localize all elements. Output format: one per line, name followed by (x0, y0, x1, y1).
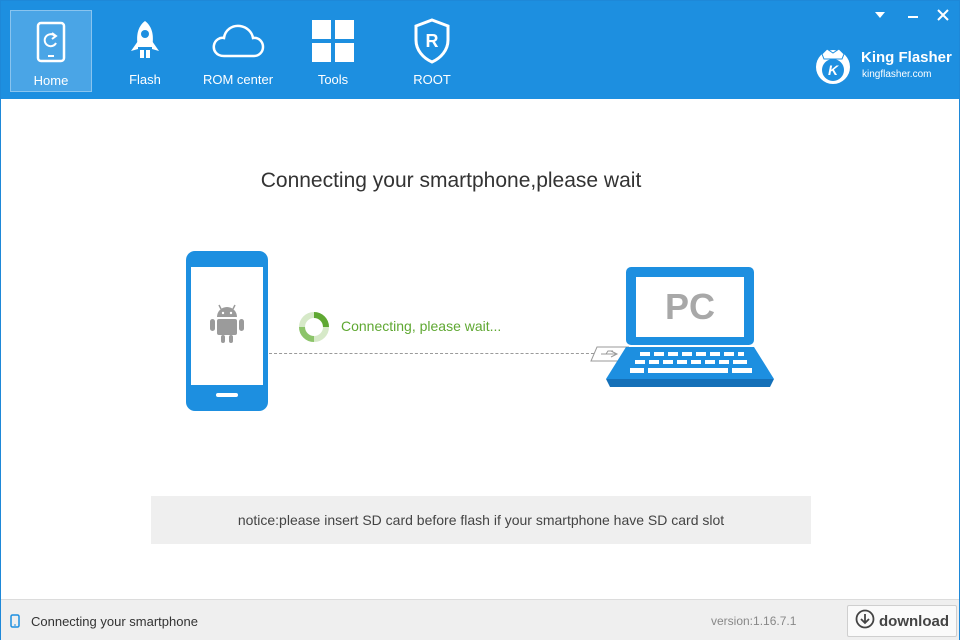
king-flasher-logo-icon: K (813, 45, 853, 85)
phone-refresh-icon (11, 17, 91, 67)
pc-illustration: PC (606, 267, 778, 391)
brand-name: King Flasher (861, 49, 952, 66)
root-shield-icon: R (391, 16, 473, 66)
nav-rom-center[interactable]: ROM center (197, 10, 279, 92)
nav-root-label: ROOT (413, 72, 451, 87)
status-bar: Connecting your smartphone version:1.16.… (1, 599, 959, 640)
brand: K King Flasher kingflasher.com (813, 45, 953, 85)
connecting-status: Connecting, please wait... (341, 318, 502, 334)
nav-home-label: Home (33, 73, 69, 88)
download-button[interactable]: download (847, 605, 957, 637)
loading-spinner-icon (298, 311, 330, 343)
sd-card-notice: notice:please insert SD card before flas… (151, 496, 811, 544)
download-label: download (879, 612, 949, 630)
brand-site: kingflasher.com (862, 69, 932, 80)
close-icon[interactable] (932, 5, 954, 25)
windows-grid-icon (292, 16, 374, 66)
minimize-icon[interactable] (902, 5, 924, 25)
top-toolbar: Home Flash ROM center Tools R ROOT K Kin… (1, 1, 959, 99)
pc-label: PC (665, 286, 715, 327)
cloud-icon (197, 16, 279, 66)
version-label: version:1.16.7.1 (711, 614, 797, 628)
nav-root[interactable]: R ROOT (391, 10, 473, 92)
nav-rom-center-label: ROM center (202, 72, 274, 87)
download-icon (855, 609, 875, 634)
nav-tools[interactable]: Tools (292, 10, 374, 92)
logo-letter: K (828, 62, 839, 78)
status-text: Connecting your smartphone (31, 614, 198, 629)
phone-status-icon (10, 614, 20, 633)
svg-text:R: R (426, 31, 439, 51)
connection-cable (269, 353, 599, 354)
menu-dropdown-icon[interactable] (869, 5, 891, 25)
nav-flash-label: Flash (129, 72, 161, 87)
nav-tools-label: Tools (317, 72, 349, 87)
rocket-icon (104, 16, 186, 66)
nav-home[interactable]: Home (10, 10, 92, 92)
page-title: Connecting your smartphone,please wait (260, 169, 642, 192)
app-window: Home Flash ROM center Tools R ROOT K Kin… (0, 0, 960, 640)
nav-flash[interactable]: Flash (104, 10, 186, 92)
smartphone-illustration (186, 251, 268, 411)
